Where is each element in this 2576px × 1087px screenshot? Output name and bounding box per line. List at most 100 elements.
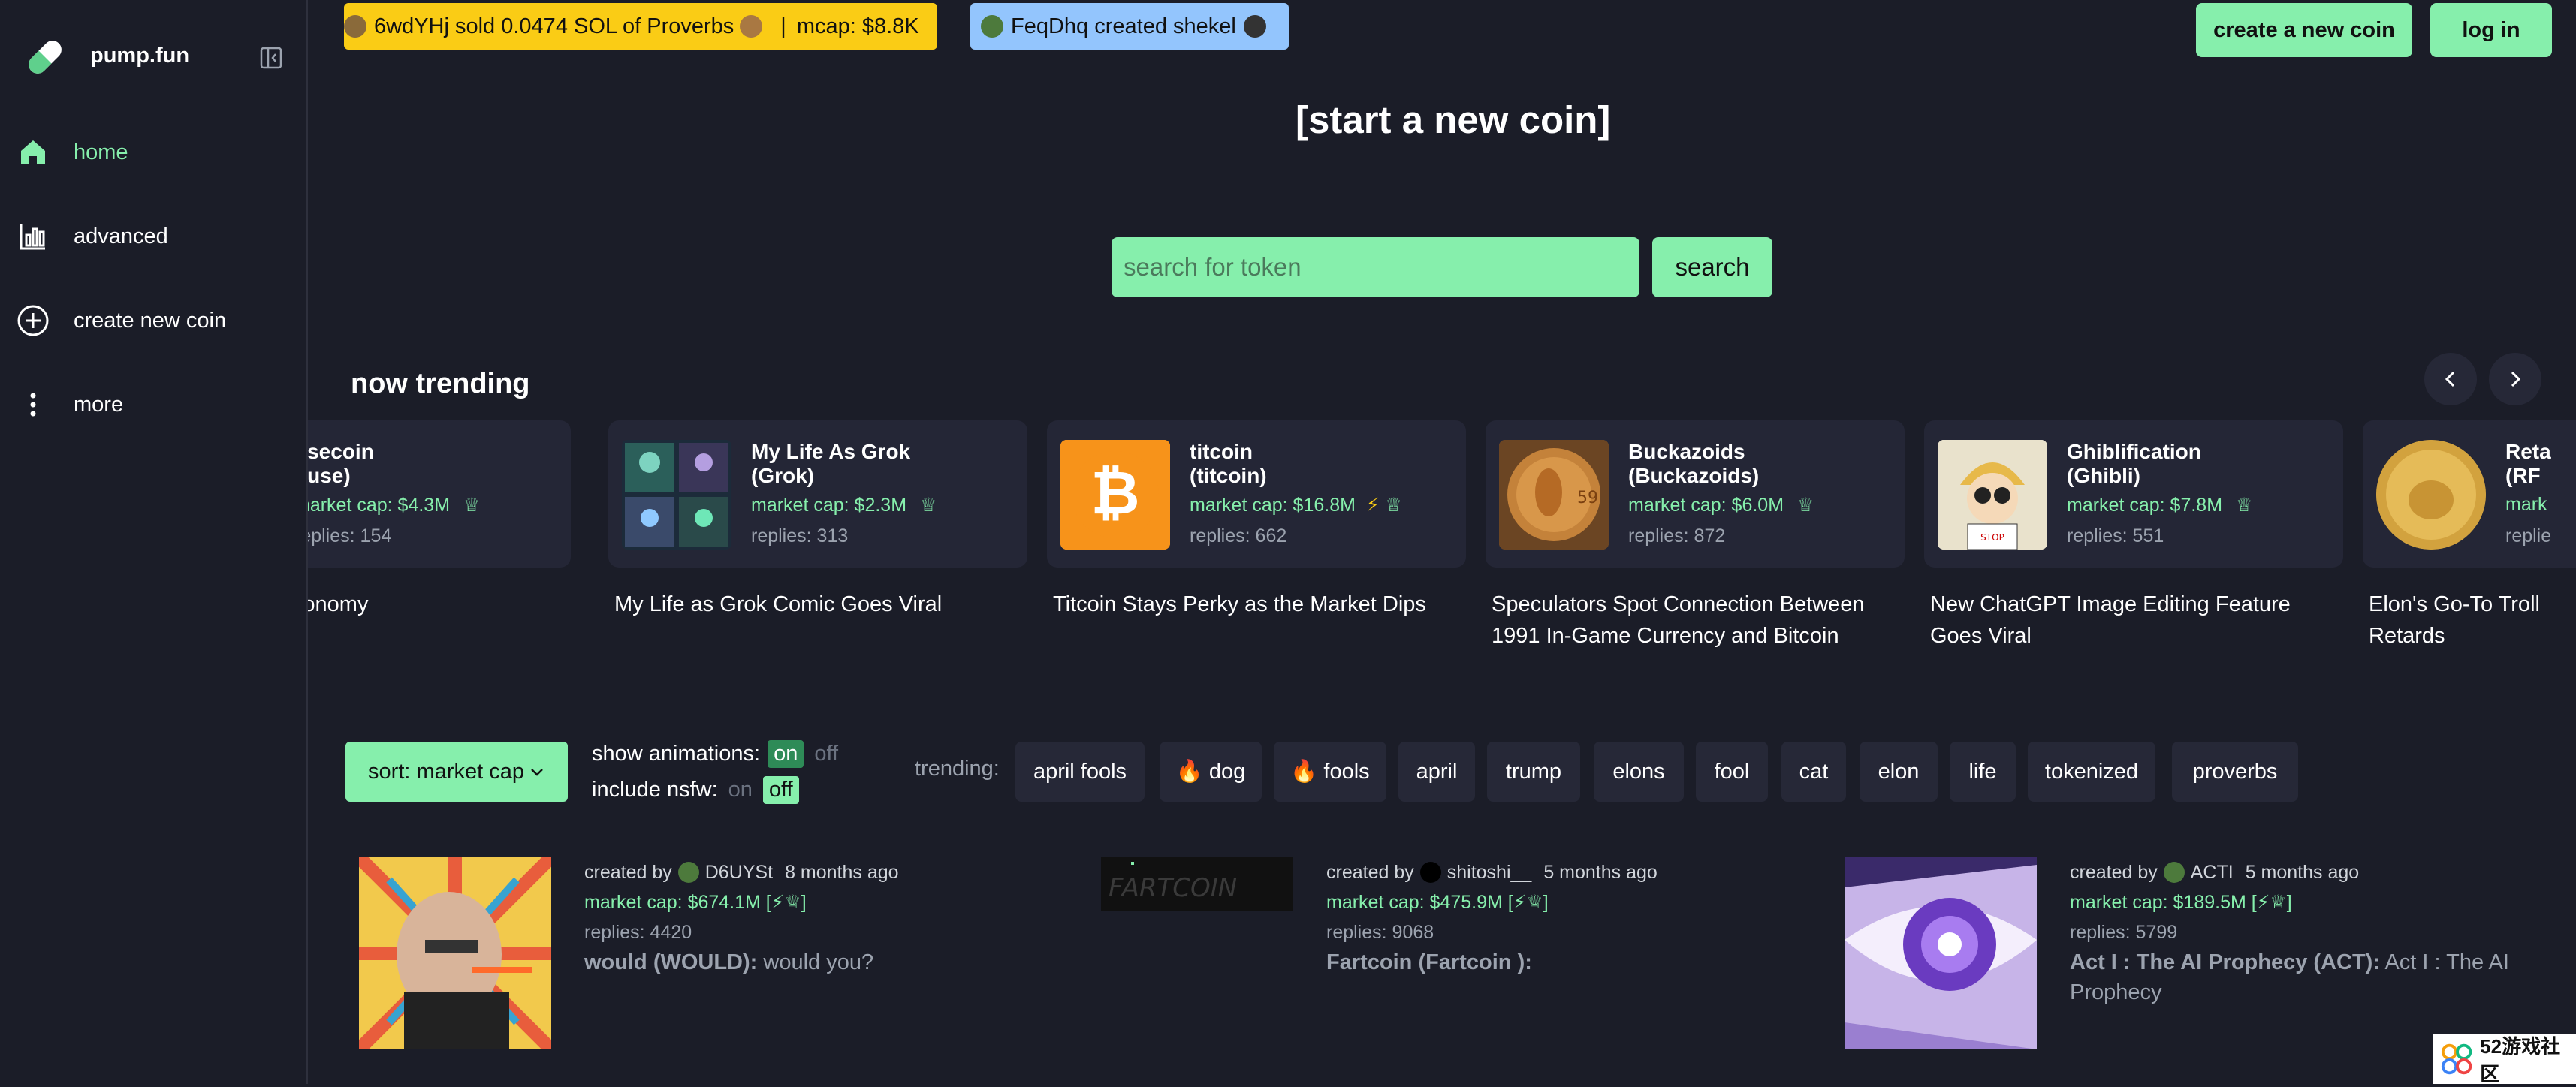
nav-more[interactable]: more: [15, 378, 300, 431]
coin-name: My Life As Grok (Grok): [751, 440, 911, 487]
trending-card[interactable]: ₿ titcoin (titcoin) market cap: $16.8M ⚡ ♕…: [1047, 420, 1466, 620]
collapse-sidebar-icon[interactable]: [260, 47, 282, 69]
chevron-right-icon: [2511, 371, 2521, 387]
nsfw-off-toggle[interactable]: off: [762, 776, 799, 804]
crown-icon: ♕: [1385, 495, 1402, 516]
coin-image: ₿: [1060, 440, 1170, 550]
avatar: [981, 15, 1003, 38]
tag-elon[interactable]: elon: [1860, 742, 1938, 802]
tag-dog-label: dog: [1208, 759, 1246, 784]
search-button[interactable]: search: [1652, 237, 1772, 297]
user-avatar: [677, 862, 699, 883]
trending-card[interactable]: 59 Buckazoids (Buckazoids) market cap: $…: [1486, 420, 1905, 652]
coin-image: [1845, 857, 2037, 1049]
tag-elons[interactable]: elons: [1594, 742, 1684, 802]
creator-name[interactable]: shitoshi__: [1447, 857, 1532, 887]
animations-on-toggle[interactable]: on: [768, 740, 804, 768]
market-cap-text: market cap: $475.9M: [1326, 892, 1503, 913]
trending-card[interactable]: Reta (RF mark replie Elon's Go-To Troll …: [2363, 420, 2576, 652]
market-cap-text: market cap: $674.1M: [584, 892, 761, 913]
bar-chart-icon: [15, 218, 51, 254]
coin-headline: My Life as Grok Comic Goes Viral: [614, 592, 943, 616]
market-cap-text: market cap: $6.0M: [1628, 494, 1784, 516]
trending-card[interactable]: usecoin ouse) market cap: $4.3M ♕ replies…: [308, 420, 571, 652]
coin-market-cap: market cap: $7.8M ♕: [2067, 494, 2252, 516]
coin-replies: replies: 5799: [2070, 922, 2178, 943]
coin-title: Fartcoin (Fartcoin ):: [1326, 947, 1867, 977]
creator-name[interactable]: D6UYSt: [705, 857, 773, 887]
crown-icon: ♕: [2236, 495, 2253, 516]
trending-tags-label: trending:: [915, 757, 1000, 781]
start-new-coin-link[interactable]: [start a new coin]: [1296, 98, 1610, 142]
create-coin-button[interactable]: create a new coin: [2196, 3, 2412, 57]
include-nsfw-label: include nsfw:: [592, 778, 718, 802]
coin-created-row: created by shitoshi__ 5 months ago: [1326, 857, 1867, 887]
separator: |: [780, 14, 786, 38]
coin-image: STOP: [1938, 440, 2047, 550]
tag-dog[interactable]: 🔥 dog: [1160, 742, 1262, 802]
trending-card[interactable]: STOP Ghiblification (Ghibli) market cap:…: [1924, 420, 2343, 652]
coin-avatar: [1243, 15, 1266, 38]
tag-april-fools[interactable]: april fools: [1015, 742, 1145, 802]
coin-headline: New ChatGPT Image Editing Feature Goes V…: [1930, 592, 2291, 648]
coin-market-cap: market cap: $2.3M ♕: [751, 494, 937, 516]
coin-name: Act I : The AI Prophecy (ACT):: [2070, 950, 2380, 974]
tag-life[interactable]: life: [1950, 742, 2016, 802]
login-button[interactable]: log in: [2430, 3, 2552, 57]
pill-logo-icon[interactable]: [21, 33, 69, 81]
nav-home[interactable]: home: [15, 126, 300, 179]
nav-create-label: create new coin: [74, 308, 227, 333]
trending-card[interactable]: My Life As Grok (Grok) market cap: $2.3M…: [608, 420, 1027, 620]
svg-text:59: 59: [1577, 489, 1598, 507]
brand-name[interactable]: pump.fun: [90, 44, 189, 68]
nav-advanced[interactable]: advanced: [15, 210, 300, 263]
sort-label: sort: market cap: [368, 759, 524, 784]
tag-tokenized[interactable]: tokenized: [2028, 742, 2155, 802]
nsfw-on-toggle[interactable]: on: [728, 778, 753, 802]
now-trending-title: now trending: [351, 368, 530, 399]
coin-replies: replie: [2505, 525, 2552, 547]
created-by-label: created by: [2070, 862, 2158, 883]
created-age: 5 months ago: [2245, 862, 2360, 883]
carousel-prev-button[interactable]: [2424, 353, 2477, 405]
crown-icon: ♕: [920, 495, 937, 516]
svg-text:FARTCOIN: FARTCOIN: [1109, 873, 1237, 903]
svg-text:STOP: STOP: [1980, 532, 2004, 543]
ticker-mcap: mcap: $8.8K: [796, 14, 919, 38]
user-avatar: [1419, 862, 1441, 883]
svg-text:₿: ₿: [1090, 458, 1139, 528]
coin-replies: replies: 551: [2067, 525, 2164, 547]
ticker-trade-text: 6wdYHj sold 0.0474 SOL of Proverbs: [374, 14, 734, 38]
animations-off-toggle[interactable]: off: [814, 742, 838, 766]
tag-cat[interactable]: cat: [1781, 742, 1846, 802]
created-age: 8 months ago: [785, 862, 899, 883]
sort-dropdown[interactable]: sort: market cap: [345, 742, 568, 802]
coin-headline: cts Housing Economy Zero: [308, 592, 369, 616]
coin-name: Buckazoids (Buckazoids): [1628, 440, 1760, 487]
coin-name: would (WOULD):: [584, 950, 758, 974]
tag-april[interactable]: april: [1398, 742, 1475, 802]
tag-fool[interactable]: fool: [1696, 742, 1768, 802]
coin-replies: replies: 872: [1628, 525, 1726, 547]
coin-meta: created by shitoshi__ 5 months ago marke…: [1326, 857, 1867, 977]
coin-title: would (WOULD): would you?: [584, 947, 1125, 977]
carousel-next-button[interactable]: [2489, 353, 2541, 405]
coin-avatar: [740, 15, 763, 38]
search-input[interactable]: [1112, 237, 1639, 297]
chevron-left-icon: [2445, 371, 2455, 387]
lightning-crown-icon: [⚡♕]: [765, 892, 807, 913]
tag-fools[interactable]: 🔥 fools: [1274, 742, 1386, 802]
tag-proverbs[interactable]: proverbs: [2172, 742, 2298, 802]
ticker-created[interactable]: FeqDhq created shekel: [970, 3, 1289, 50]
nav-create-new-coin[interactable]: create new coin: [15, 294, 300, 347]
coin-headline: Speculators Spot Connection Between 1991…: [1492, 592, 1865, 648]
ticker-trade[interactable]: 6wdYHj sold 0.0474 SOL of Proverbs | mca…: [344, 3, 937, 50]
coin-name: titcoin (titcoin): [1190, 440, 1267, 487]
creator-name[interactable]: ACTI: [2191, 857, 2234, 887]
coin-replies: replies: 154: [308, 525, 392, 547]
fire-icon: 🔥: [1175, 760, 1203, 784]
watermark-icon: [2441, 1043, 2472, 1075]
lightning-icon: ⚡: [1365, 495, 1380, 516]
market-cap-text: market cap: $7.8M: [2067, 494, 2223, 516]
tag-trump[interactable]: trump: [1487, 742, 1580, 802]
